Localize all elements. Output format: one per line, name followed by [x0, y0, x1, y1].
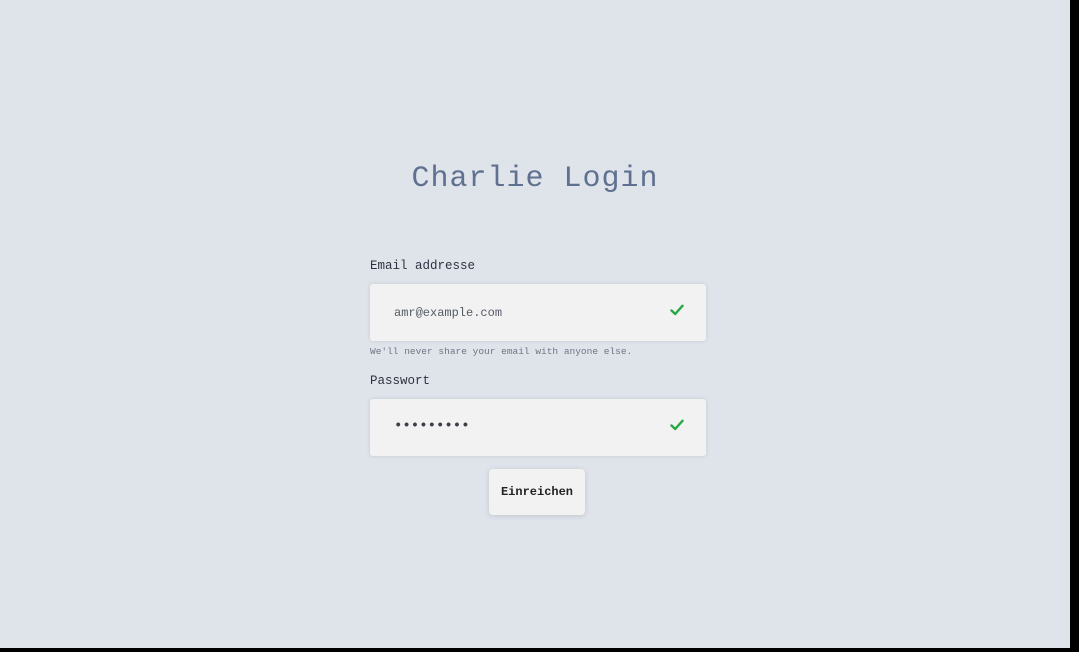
password-label: Passwort: [370, 374, 431, 388]
login-form: Email addresse We'll never share your em…: [370, 258, 706, 456]
email-label: Email addresse: [370, 259, 476, 273]
page-viewport: Charlie Login Email addresse We'll never…: [0, 0, 1070, 648]
password-field[interactable]: •••••••••: [370, 399, 706, 456]
check-icon: [670, 304, 684, 316]
check-icon: [670, 419, 684, 431]
submit-button[interactable]: Einreichen: [489, 469, 585, 515]
email-help-text: We'll never share your email with anyone…: [370, 346, 633, 357]
password-input[interactable]: •••••••••: [394, 399, 470, 456]
email-input[interactable]: [370, 284, 674, 341]
page-title: Charlie Login: [411, 162, 659, 196]
email-field-wrapper: [370, 284, 706, 341]
